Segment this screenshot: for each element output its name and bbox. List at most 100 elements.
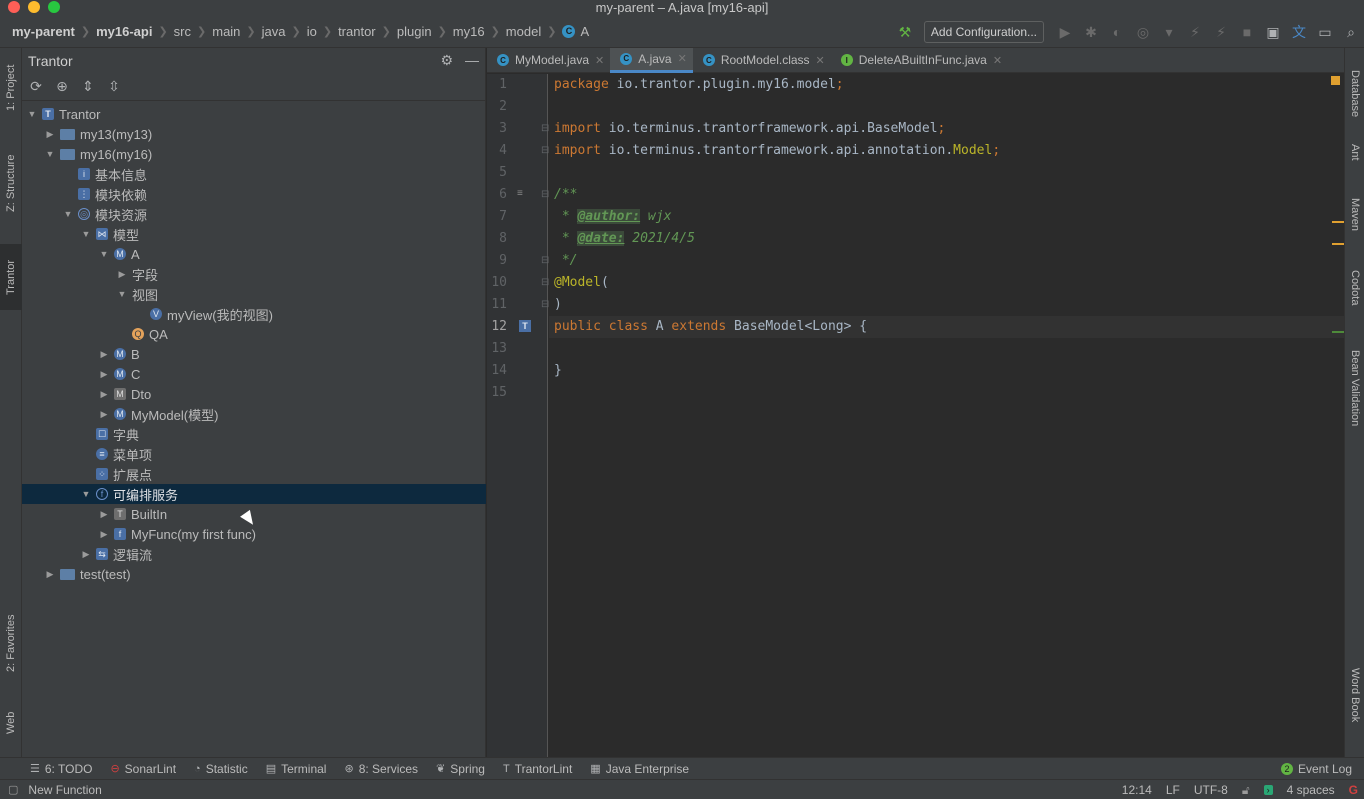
- tree-node[interactable]: ▼ T Trantor: [22, 104, 486, 124]
- tree-node[interactable]: i 基本信息: [22, 164, 486, 184]
- code-editor[interactable]: package io.trantor.plugin.my16.model; im…: [549, 74, 1344, 757]
- breadcrumb-item[interactable]: java: [262, 24, 286, 39]
- expanded-arrow-icon[interactable]: ▼: [62, 209, 74, 219]
- tree-node[interactable]: ▶ ⇆ 逻辑流: [22, 544, 486, 564]
- locate-icon[interactable]: ⊕: [54, 78, 70, 95]
- line-number[interactable]: 11: [487, 297, 507, 312]
- error-stripe-mark[interactable]: [1332, 243, 1344, 245]
- line-number[interactable]: 10: [487, 275, 507, 290]
- expanded-arrow-icon[interactable]: ▼: [80, 229, 92, 239]
- collapsed-arrow-icon[interactable]: ▶: [98, 409, 110, 420]
- line-number[interactable]: 8: [487, 231, 507, 246]
- collapsed-arrow-icon[interactable]: ▶: [98, 509, 110, 520]
- layout-icon[interactable]: ▭: [1312, 19, 1338, 45]
- hide-panel-icon[interactable]: —: [465, 52, 479, 69]
- java-enterprise-tool-button[interactable]: ▦ Java Enterprise: [590, 762, 689, 776]
- tree-node[interactable]: ▶ f MyFunc(my first func): [22, 524, 486, 544]
- tree-node[interactable]: ▼ M A: [22, 244, 486, 264]
- event-log-button[interactable]: 2 Event Log: [1280, 762, 1352, 776]
- expanded-arrow-icon[interactable]: ▼: [44, 149, 56, 159]
- file-encoding[interactable]: UTF-8: [1194, 783, 1228, 797]
- close-icon[interactable]: ✕: [816, 54, 825, 67]
- expanded-arrow-icon[interactable]: ▼: [26, 109, 38, 119]
- expanded-arrow-icon[interactable]: ▼: [116, 289, 128, 299]
- line-number[interactable]: 6: [487, 187, 507, 202]
- collapsed-arrow-icon[interactable]: ▶: [98, 369, 110, 380]
- tab-word-book[interactable]: Word Book: [1345, 668, 1364, 748]
- services-tool-button[interactable]: ⊛ 8: Services: [344, 762, 418, 776]
- close-icon[interactable]: ✕: [993, 54, 1002, 67]
- tab-favorites[interactable]: 2: Favorites: [0, 600, 22, 686]
- warning-marker-icon[interactable]: [1331, 76, 1340, 85]
- tab-deleteabuiltinfunc-java[interactable]: I DeleteABuiltInFunc.java ✕: [831, 48, 1008, 73]
- tab-a-java[interactable]: C A.java ✕: [610, 47, 693, 73]
- gear-icon[interactable]: ⚙: [440, 52, 453, 69]
- build-hammer-icon[interactable]: ⚒: [892, 19, 918, 45]
- breadcrumb-item[interactable]: my16: [453, 24, 485, 39]
- tree-node[interactable]: ▶ M Dto: [22, 384, 486, 404]
- terminal-tool-button[interactable]: ▤ Terminal: [266, 762, 327, 776]
- expanded-arrow-icon[interactable]: ▼: [80, 489, 92, 499]
- collapse-all-icon[interactable]: ⇳: [106, 78, 122, 95]
- tree-node[interactable]: ☐ 字典: [22, 424, 486, 444]
- tree-node[interactable]: ▼ ◎ 模块资源: [22, 204, 486, 224]
- tree-node[interactable]: ▼ ⋈ 模型: [22, 224, 486, 244]
- collapsed-arrow-icon[interactable]: ▶: [98, 389, 110, 400]
- tab-project[interactable]: 1: Project: [0, 54, 22, 122]
- spring-tool-button[interactable]: ❦ Spring: [436, 762, 485, 776]
- tree-node[interactable]: Q QA: [22, 324, 486, 344]
- line-number[interactable]: 7: [487, 209, 507, 224]
- tab-database[interactable]: Database: [1345, 70, 1364, 130]
- collapsed-arrow-icon[interactable]: ▶: [98, 529, 110, 540]
- tree-node[interactable]: ≡ 菜单项: [22, 444, 486, 464]
- change-stripe-mark[interactable]: [1332, 331, 1344, 333]
- line-number[interactable]: 4: [487, 143, 507, 158]
- line-number[interactable]: 14: [487, 363, 507, 378]
- google-icon[interactable]: G: [1349, 783, 1358, 797]
- toggle-tool-windows-icon[interactable]: ▢: [8, 783, 18, 796]
- breadcrumb-item[interactable]: plugin: [397, 24, 432, 39]
- expanded-arrow-icon[interactable]: ▼: [98, 249, 110, 259]
- refresh-icon[interactable]: ⟳: [28, 78, 44, 95]
- line-number[interactable]: 5: [487, 165, 507, 180]
- close-window-button[interactable]: [8, 1, 20, 13]
- line-number[interactable]: 13: [487, 341, 507, 356]
- zoom-window-button[interactable]: [48, 1, 60, 13]
- tree-node[interactable]: ▶ M C: [22, 364, 486, 384]
- tree-node[interactable]: ▼ f 可编排服务: [22, 484, 486, 504]
- rerun-icon[interactable]: ⚡: [1208, 19, 1234, 45]
- profile-icon[interactable]: ◎: [1130, 19, 1156, 45]
- minimize-window-button[interactable]: [28, 1, 40, 13]
- collapsed-arrow-icon[interactable]: ▶: [44, 129, 56, 140]
- close-icon[interactable]: ✕: [595, 54, 604, 67]
- collapsed-arrow-icon[interactable]: ▶: [116, 269, 128, 280]
- expand-all-icon[interactable]: ⇕: [80, 78, 96, 95]
- coverage-icon[interactable]: ◐: [1104, 19, 1130, 45]
- tree-node[interactable]: ▶ test(test): [22, 564, 486, 584]
- tree-node[interactable]: ⁘ 扩展点: [22, 464, 486, 484]
- breadcrumb-item[interactable]: src: [174, 24, 191, 39]
- dropdown-icon[interactable]: ▾: [1156, 19, 1182, 45]
- project-structure-icon[interactable]: ▣: [1260, 19, 1286, 45]
- stop-icon[interactable]: ■: [1234, 19, 1260, 45]
- line-number[interactable]: 9: [487, 253, 507, 268]
- tree-node[interactable]: ▶ my13(my13): [22, 124, 486, 144]
- lock-icon[interactable]: 🔓︎: [1242, 783, 1250, 798]
- tree-node[interactable]: ▶ M MyModel(模型): [22, 404, 486, 424]
- indent-setting[interactable]: 4 spaces: [1287, 783, 1335, 797]
- tab-codota[interactable]: Codota: [1345, 270, 1364, 330]
- search-icon[interactable]: ⌕: [1338, 19, 1364, 45]
- javadoc-render-icon[interactable]: ≡: [517, 188, 523, 199]
- breadcrumb-item[interactable]: A: [580, 24, 589, 39]
- tab-structure[interactable]: Z: Structure: [0, 140, 22, 226]
- breadcrumb-item[interactable]: my16-api: [96, 24, 152, 39]
- tab-web[interactable]: Web: [0, 698, 22, 748]
- todo-tool-button[interactable]: ☰ 6: TODO: [30, 762, 92, 776]
- trantor-gutter-icon[interactable]: T: [519, 320, 531, 332]
- tab-mymodel-java[interactable]: C MyModel.java ✕: [487, 48, 610, 73]
- debug-icon[interactable]: ✱: [1078, 19, 1104, 45]
- sonarlint-tool-button[interactable]: ⊖ SonarLint: [110, 762, 176, 776]
- trantorlint-tool-button[interactable]: T TrantorLint: [503, 762, 572, 776]
- breadcrumb-item[interactable]: trantor: [338, 24, 376, 39]
- breadcrumb-item[interactable]: io: [307, 24, 317, 39]
